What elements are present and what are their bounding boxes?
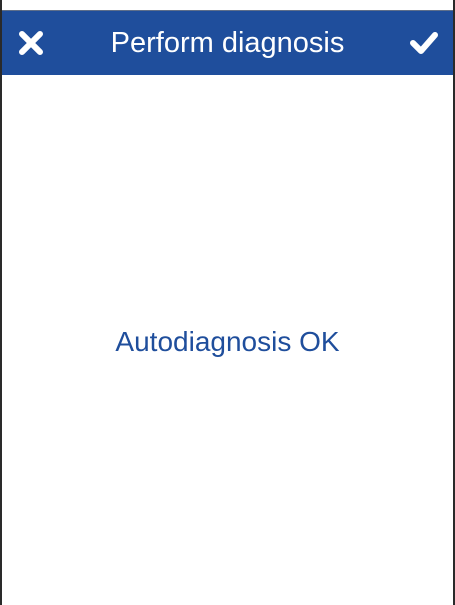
check-icon — [408, 28, 440, 58]
diagnosis-screen: Perform diagnosis Autodiagnosis OK — [0, 0, 455, 605]
cancel-button[interactable] — [2, 11, 60, 75]
status-message: Autodiagnosis OK — [115, 326, 340, 357]
title-bar: Perform diagnosis — [2, 10, 453, 75]
close-icon — [16, 28, 46, 58]
content-area: Autodiagnosis OK — [2, 75, 453, 605]
confirm-button[interactable] — [395, 11, 453, 75]
page-title: Perform diagnosis — [110, 27, 345, 59]
